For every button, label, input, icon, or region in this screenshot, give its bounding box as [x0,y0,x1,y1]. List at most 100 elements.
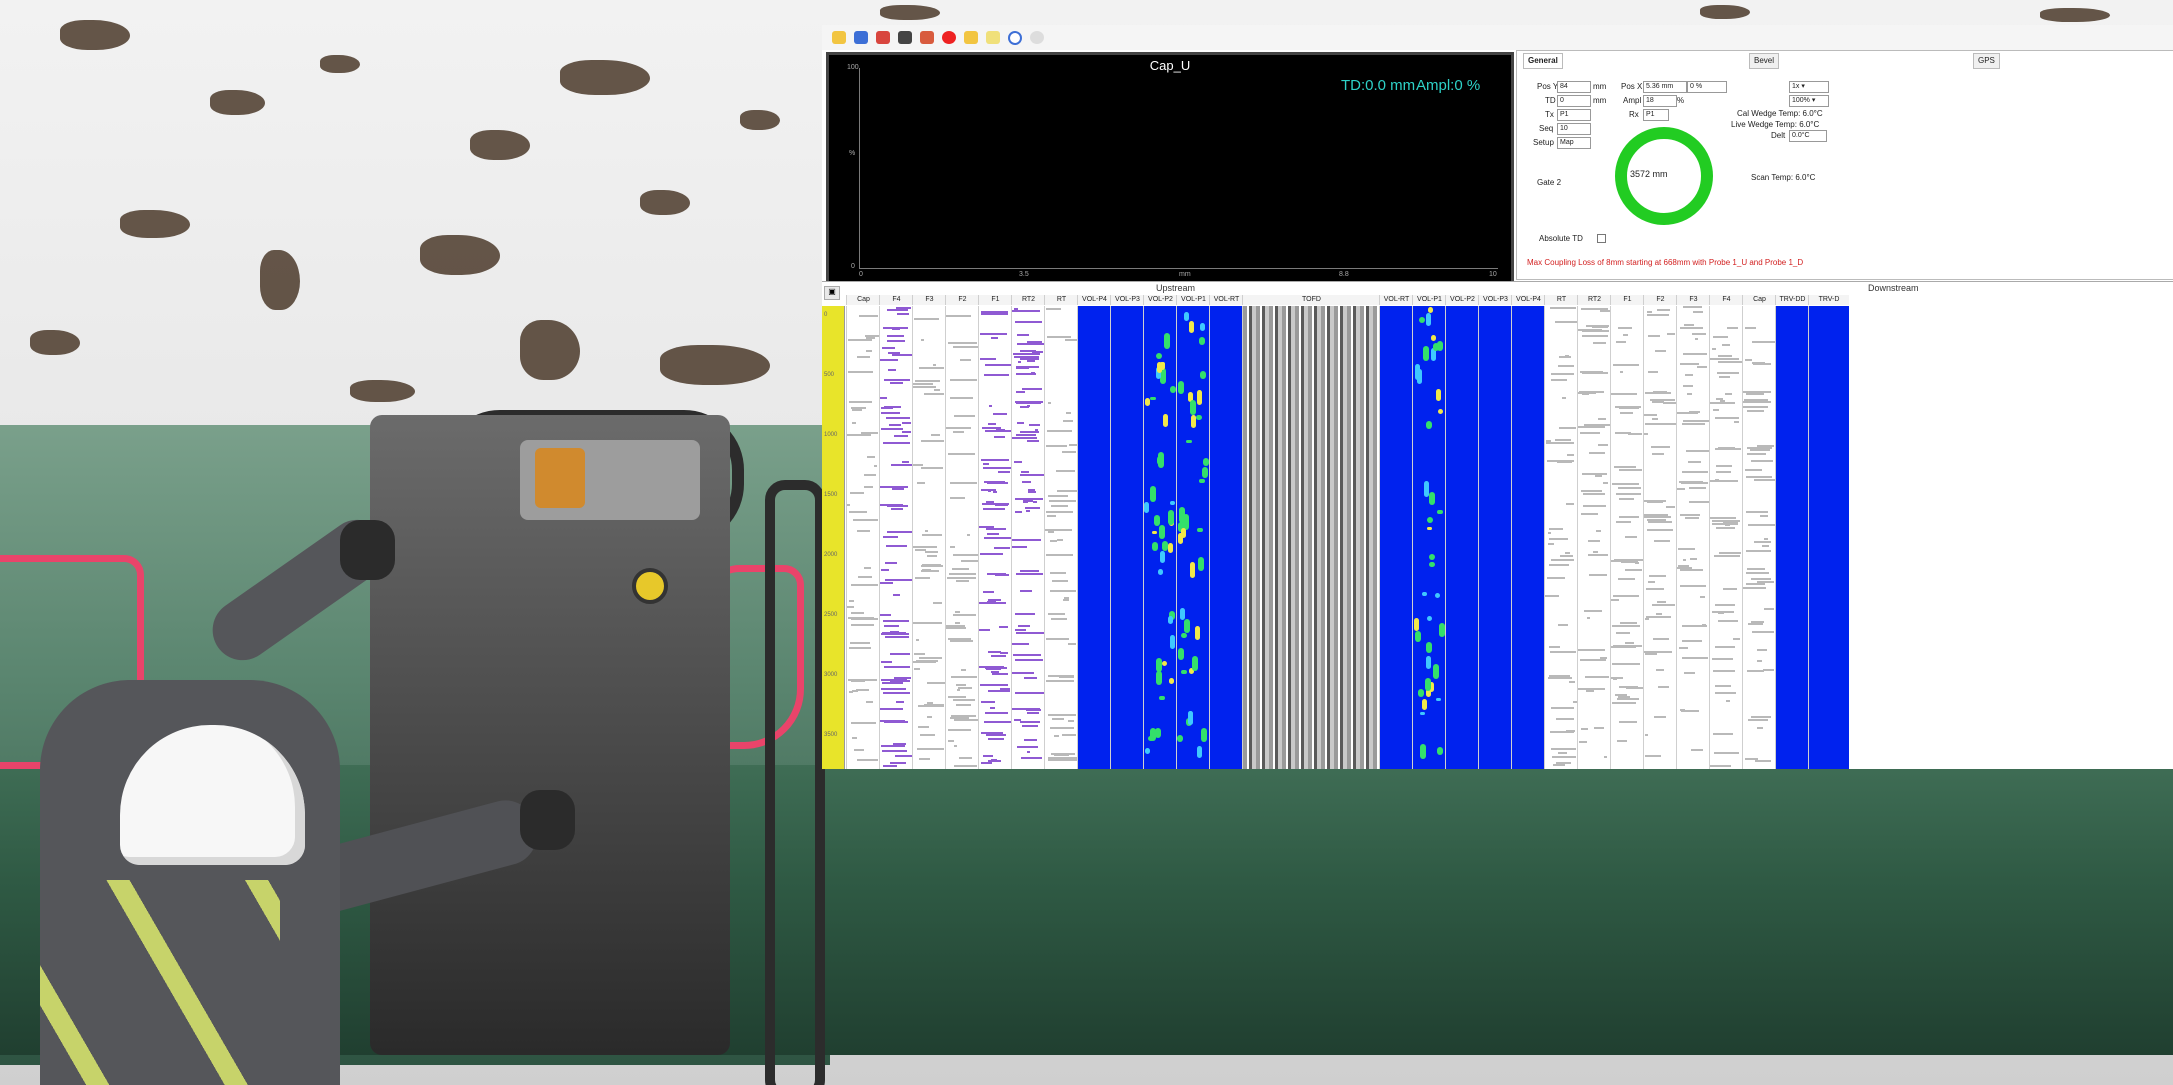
seq-field[interactable]: 10 [1557,123,1591,135]
column-header[interactable]: Cap [1742,295,1776,305]
column-header[interactable]: VOL-P1 [1176,295,1210,305]
column-header[interactable]: TRV-D [1808,295,1849,305]
column-header[interactable]: VOL-P2 [1445,295,1479,305]
strip-column[interactable] [978,306,1012,769]
strip-column[interactable] [1209,306,1243,769]
column-header[interactable]: RT2 [1577,295,1611,305]
stop-icon[interactable] [942,31,956,44]
column-header[interactable]: RT [1044,295,1078,305]
pos-y-field[interactable]: 84 [1557,81,1591,93]
column-header[interactable]: F4 [1709,295,1743,305]
signal-mark [915,549,926,551]
column-header[interactable]: F3 [912,295,946,305]
tx-field[interactable]: P1 [1557,109,1591,121]
column-header[interactable]: Cap [846,295,880,305]
delta-field[interactable]: 0.0°C [1789,130,1827,142]
strip-column[interactable] [1478,306,1512,769]
strip-column[interactable] [1610,306,1644,769]
scan-icon[interactable] [898,31,912,44]
ampl-field[interactable]: 18 [1643,95,1677,107]
column-header[interactable]: F2 [1643,295,1677,305]
signal-mark [1617,740,1627,742]
column-header[interactable]: RT2 [1011,295,1045,305]
save-icon[interactable] [854,31,868,44]
strip-column[interactable] [1511,306,1545,769]
strip-column[interactable] [1643,306,1677,769]
print-icon[interactable] [876,31,890,44]
column-header[interactable]: VOL-RT [1209,295,1243,305]
column-header[interactable]: VOL-P4 [1077,295,1111,305]
tab-bevel[interactable]: Bevel [1749,53,1780,69]
column-header[interactable]: RT [1544,295,1578,305]
signal-mark [925,530,928,532]
signal-mark [884,379,910,381]
setup-field[interactable]: Map [1557,137,1591,149]
undo-icon[interactable] [920,31,934,44]
column-header[interactable]: F1 [978,295,1012,305]
folder-icon[interactable] [964,31,978,44]
strip-column[interactable] [1709,306,1743,769]
signal-mark [1617,698,1639,700]
tab-general[interactable]: General [1523,53,1563,69]
column-header[interactable]: TRV-DD [1775,295,1809,305]
column-header[interactable]: VOL-P1 [1412,295,1446,305]
strip-column[interactable] [1242,306,1380,769]
strip-column[interactable] [1110,306,1144,769]
strip-column[interactable] [1577,306,1611,769]
note-icon[interactable] [986,31,1000,44]
open-icon[interactable] [832,31,846,44]
signal-mark [1549,538,1568,540]
zoom-select[interactable]: 1x ▾ [1789,81,1829,93]
strip-column[interactable] [846,306,880,769]
column-header[interactable]: F1 [1610,295,1644,305]
indication-spot [1433,664,1439,679]
column-header[interactable]: F3 [1676,295,1710,305]
column-header[interactable]: VOL-P4 [1511,295,1545,305]
column-header[interactable]: VOL-RT [1379,295,1413,305]
absolute-td-checkbox[interactable] [1597,234,1606,243]
signal-mark [952,568,969,570]
ruler-tick: 500 [824,372,835,378]
pos-x-field[interactable]: 5.36 mm [1643,81,1687,93]
td-field[interactable]: 0 [1557,95,1591,107]
strip-column[interactable] [1544,306,1578,769]
strip-column[interactable] [1077,306,1111,769]
signal-mark [1745,469,1762,471]
refresh-icon[interactable] [1008,31,1022,45]
strip-column[interactable] [1412,306,1446,769]
signal-mark [1748,719,1768,721]
column-header[interactable]: TOFD [1242,295,1380,305]
strip-column[interactable] [1176,306,1210,769]
pos-x-percent-field[interactable]: 0 % [1687,81,1727,93]
column-header[interactable]: VOL-P3 [1110,295,1144,305]
signal-mark [1583,505,1606,507]
rx-field[interactable]: P1 [1643,109,1669,121]
strip-column[interactable] [1143,306,1177,769]
column-header[interactable]: F4 [879,295,913,305]
help-icon[interactable] [1030,31,1044,44]
strip-column[interactable] [1445,306,1479,769]
strip-column[interactable] [1379,306,1413,769]
indication-spot [1200,323,1205,331]
gain-select[interactable]: 100% ▾ [1789,95,1829,107]
strip-column[interactable] [1676,306,1710,769]
settings-icon[interactable]: ▣ [824,286,840,300]
signal-mark [881,407,893,409]
strip-column[interactable] [1775,306,1809,769]
strip-column[interactable] [912,306,946,769]
strip-column[interactable] [879,306,913,769]
strip-column[interactable] [1011,306,1045,769]
signal-mark [1644,514,1657,516]
strip-column[interactable] [1742,306,1776,769]
column-header[interactable]: F2 [945,295,979,305]
column-header[interactable]: VOL-P2 [1143,295,1177,305]
indication-spot [1178,533,1183,544]
parameters-panel: General Bevel GPS Pos Y 84 mm TD 0 mm Tx… [1516,50,2173,280]
column-header[interactable]: VOL-P3 [1478,295,1512,305]
tab-gps[interactable]: GPS [1973,53,2000,69]
strip-column[interactable] [1044,306,1078,769]
signal-mark [1652,401,1664,403]
strip-column[interactable] [945,306,979,769]
signal-mark [987,573,1006,575]
strip-column[interactable] [1808,306,1849,769]
